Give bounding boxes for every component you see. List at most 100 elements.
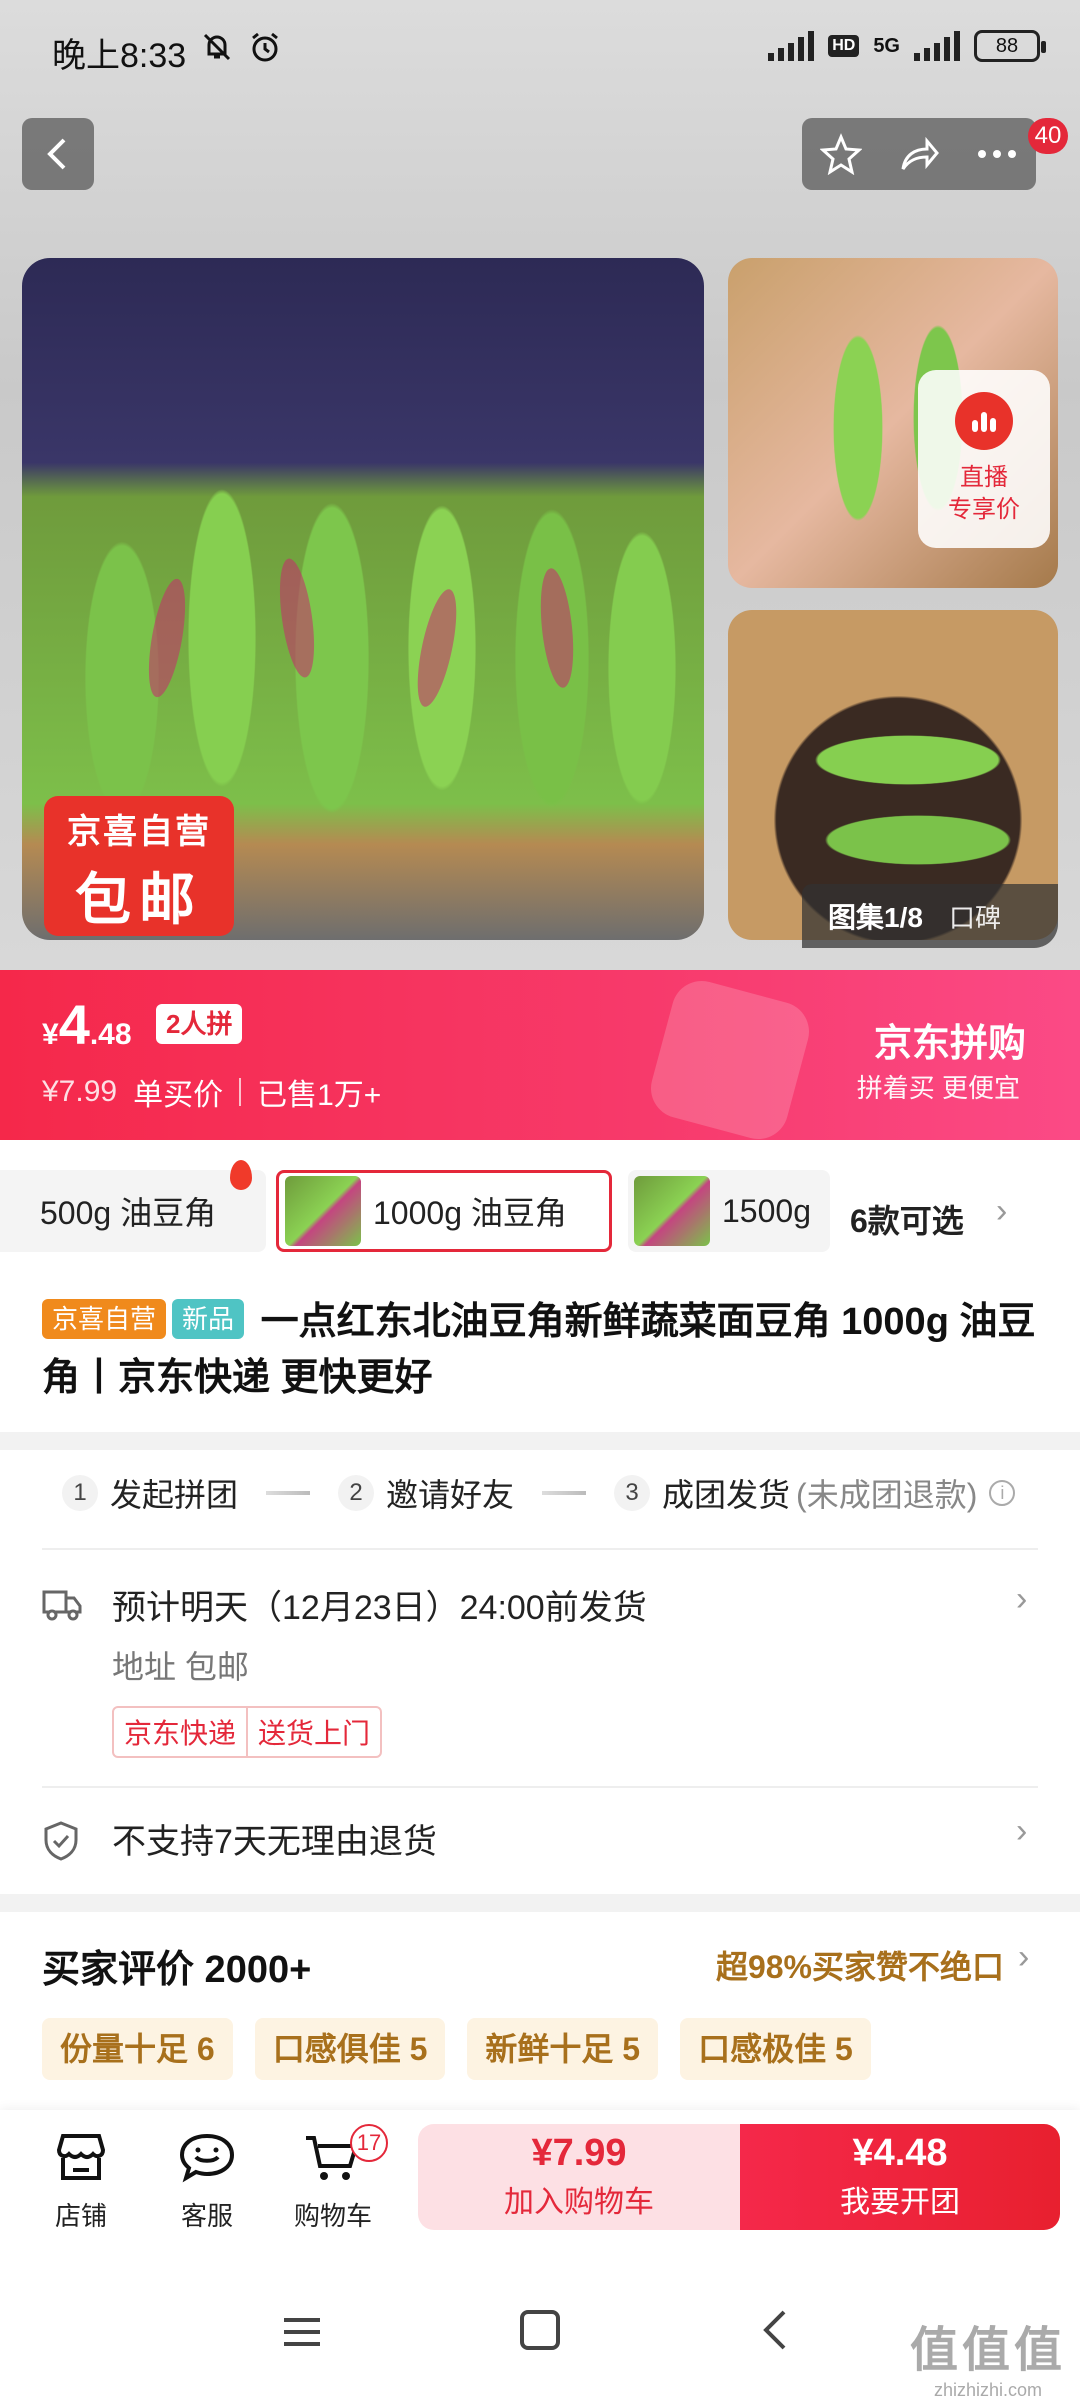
more-icon[interactable]	[976, 148, 1018, 160]
info-icon[interactable]: i	[989, 1480, 1016, 1506]
variant-label: 1500g	[722, 1192, 811, 1229]
no-return-text: 不支持7天无理由退货	[112, 1823, 437, 1861]
door-delivery-tag: 送货上门	[246, 1708, 380, 1756]
section-divider	[0, 1894, 1080, 1912]
watermark-logo: 值值值	[909, 2324, 1066, 2377]
step-number: 1	[62, 1475, 98, 1511]
variant-thumbnail	[285, 1176, 361, 1246]
self-operated-badge: 京喜自营	[42, 1299, 167, 1339]
home-icon[interactable]	[520, 2310, 560, 2350]
alarm-icon	[252, 32, 278, 62]
self-operated-tag: 京喜自营 包邮	[44, 796, 234, 936]
store-icon	[56, 2134, 106, 2180]
review-tag[interactable]: 口感俱佳 5	[254, 2018, 446, 2080]
action-pill	[802, 118, 1036, 190]
promo-title: 京东拼购	[873, 1023, 1026, 1065]
step-number: 3	[614, 1475, 651, 1511]
review-tag[interactable]: 口感极佳 5	[680, 2018, 871, 2080]
variant-1000g[interactable]: 1000g 油豆角	[276, 1170, 612, 1252]
gallery-index: 图集1/8	[828, 902, 923, 933]
review-tag[interactable]: 新鲜十足 5	[467, 2018, 659, 2080]
delivery-eta: 预计明天（12月23日）24:00前发货	[112, 1589, 647, 1627]
hot-icon	[230, 1160, 252, 1190]
product-page: 晚上8:33 HD 5G 88 40 京喜自营 包邮 直播 专享价 图集1/8 …	[0, 0, 1080, 2400]
watermark-url: zhizhizhi.com	[933, 2380, 1043, 2400]
tag-line1: 京喜自营	[67, 813, 211, 851]
live-label: 直播	[960, 464, 1008, 491]
start-group-label: 我要开团	[840, 2186, 960, 2219]
chevron-right-icon: ›	[1016, 1580, 1028, 1618]
star-icon[interactable]	[819, 133, 862, 175]
variant-selector: 500g 油豆角 1000g 油豆角 1500g 6款可选 ›	[0, 1160, 1080, 1270]
puzzle-decoration	[644, 974, 816, 1146]
cart-count-badge: 17	[350, 2124, 388, 2162]
share-icon[interactable]	[897, 133, 941, 175]
koubei-link[interactable]: 口碑	[949, 898, 1001, 935]
review-tag[interactable]: 份量十足 6	[42, 2018, 233, 2080]
signal-icon	[768, 31, 815, 61]
step-arrow	[266, 1491, 311, 1495]
main-product-image[interactable]: 京喜自营 包邮	[22, 258, 704, 940]
promo-subtitle: 拼着买 更便宜	[856, 1073, 1020, 1103]
step-note: (未成团退款)	[796, 1477, 978, 1513]
tag-line2: 包邮	[75, 868, 203, 931]
gallery-counter[interactable]: 图集1/8 口碑	[802, 884, 1058, 948]
price-dec: .48	[89, 1018, 132, 1051]
chevron-right-icon: ›	[1016, 1812, 1028, 1850]
cart-button[interactable]: 购物车 17	[278, 2124, 388, 2233]
back-button[interactable]	[22, 118, 94, 190]
good-rate: 超98%买家赞不绝口	[715, 1949, 1004, 1985]
start-group-button[interactable]: ¥4.48 我要开团	[740, 2124, 1060, 2230]
review-tags: 份量十足 6 口感俱佳 5 新鲜十足 5 口感极佳 5	[42, 2018, 871, 2080]
bell-off-icon	[203, 33, 231, 61]
status-bar: 晚上8:33 HD 5G 88	[0, 0, 1080, 100]
more-variants[interactable]: 6款可选	[850, 1196, 964, 1242]
delivery-tags: 京东快递 送货上门	[112, 1706, 383, 1758]
store-button[interactable]: 店铺	[26, 2124, 136, 2233]
add-to-cart-button[interactable]: ¥7.99 加入购物车	[418, 2124, 740, 2230]
step-invite: 邀请好友	[386, 1477, 515, 1513]
group-steps[interactable]: 1 发起拼团 2 邀请好友 3 成团发货 (未成团退款) i	[62, 1470, 1016, 1516]
live-icon	[955, 392, 1013, 450]
section-divider	[0, 1432, 1080, 1450]
divider-line	[42, 1786, 1038, 1788]
sold-count: 已售1万+	[257, 1079, 382, 1112]
reviews-title: 买家评价 2000+	[42, 1949, 312, 1991]
truck-icon	[42, 1590, 82, 1621]
battery-icon: 88	[974, 30, 1046, 62]
group-size-tag: 2人拼	[156, 1004, 243, 1044]
variant-1500g[interactable]: 1500g	[628, 1170, 830, 1252]
cart-price: ¥7.99	[531, 2132, 627, 2174]
product-title: 京喜自营 新品 一点红东北油豆角新鲜蔬菜面豆角 1000g 油豆角丨京东快递 更快…	[42, 1294, 1042, 1406]
live-price-card[interactable]: 直播 专享价	[918, 370, 1050, 548]
variant-label: 1000g 油豆角	[373, 1195, 567, 1231]
network-label: 5G	[873, 34, 900, 57]
price-int: 4	[58, 993, 90, 1056]
chat-icon	[179, 2133, 235, 2183]
chevron-left-icon	[47, 138, 66, 170]
service-label: 客服	[180, 2201, 233, 2231]
step-arrow	[542, 1491, 587, 1495]
chevron-right-icon[interactable]: ›	[996, 1192, 1007, 1231]
status-time: 晚上8:33	[52, 37, 187, 75]
variant-thumbnail	[634, 1176, 710, 1246]
status-icons	[200, 30, 282, 64]
single-price-label: 单买价	[133, 1079, 224, 1112]
divider-line	[42, 1548, 1038, 1550]
back-icon[interactable]	[760, 2308, 790, 2352]
variant-500g[interactable]: 500g 油豆角	[0, 1170, 266, 1252]
group-price: ¥ 4 .48	[42, 992, 132, 1057]
step-start: 发起拼团	[110, 1477, 239, 1513]
separator	[239, 1078, 242, 1106]
hd-icon: HD	[828, 35, 860, 57]
price-banner: ¥ 4 .48 2人拼 ¥7.99 单买价 已售1万+ 京东拼购 拼着买 更便宜	[0, 970, 1080, 1146]
store-label: 店铺	[54, 2201, 107, 2231]
price-currency: ¥	[42, 1018, 59, 1051]
menu-icon[interactable]	[282, 2316, 322, 2348]
bottom-action-bar: 店铺 客服 购物车 17 ¥7.99 加入购物车 ¥4.48 我要开团	[0, 2110, 1080, 2260]
service-button[interactable]: 客服	[152, 2124, 262, 2233]
watermark: 值值值 zhizhizhi.com	[910, 2310, 1066, 2400]
add-to-cart-label: 加入购物车	[504, 2186, 654, 2219]
single-price: ¥7.99	[42, 1075, 118, 1108]
new-badge: 新品	[172, 1299, 245, 1339]
